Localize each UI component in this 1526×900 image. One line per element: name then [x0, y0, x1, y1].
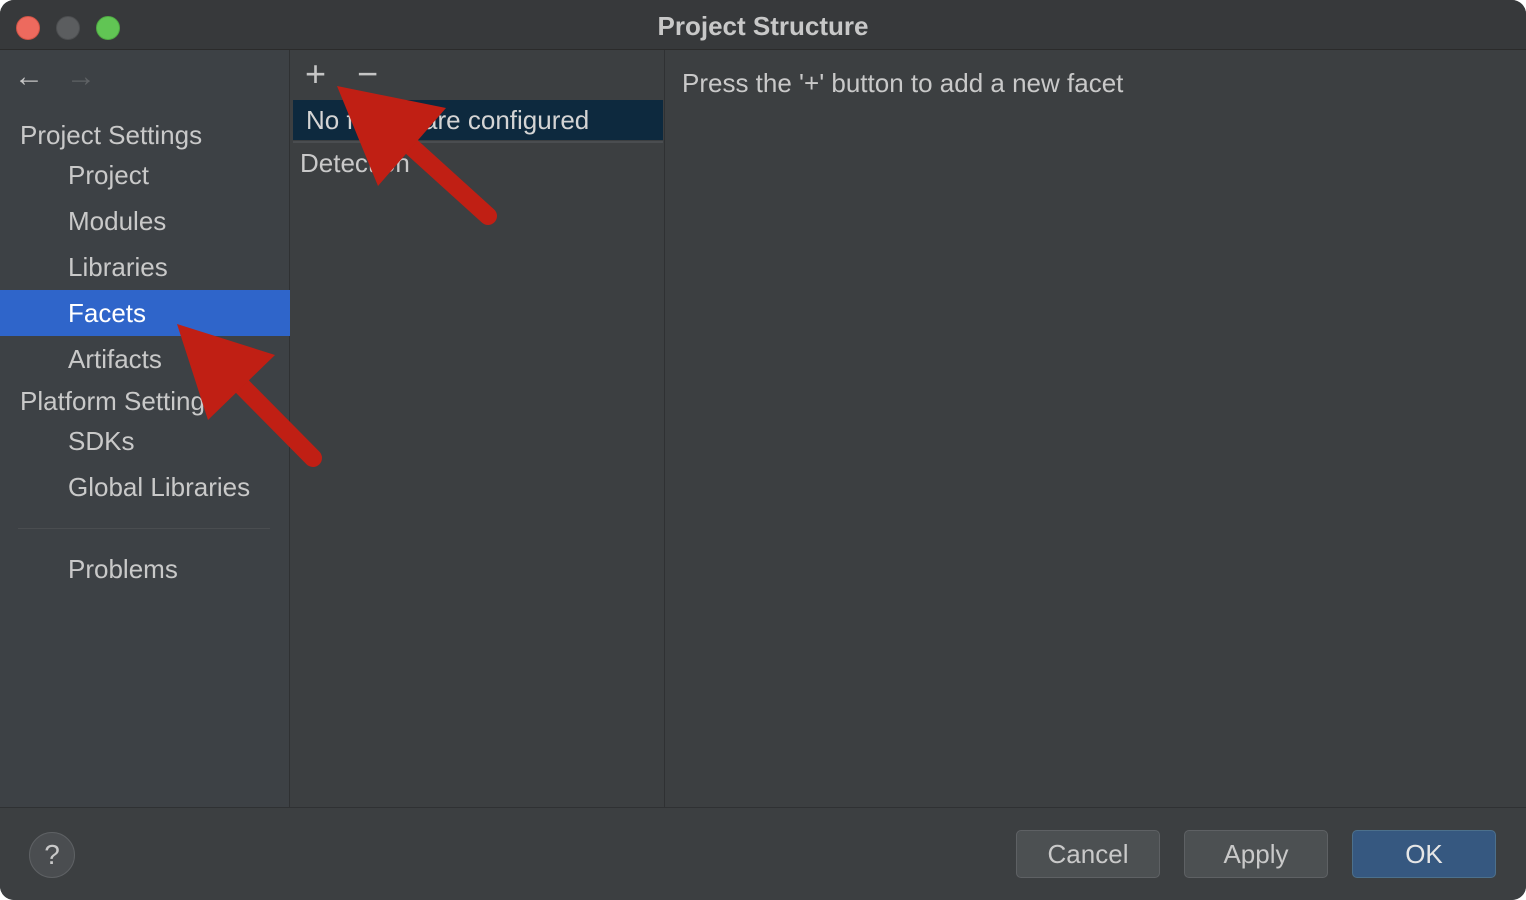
sidebar-item-artifacts[interactable]: Artifacts [0, 336, 290, 382]
settings-sidebar: ← → Project Settings Project Modules Lib… [0, 50, 290, 807]
sidebar-divider [18, 528, 270, 529]
remove-facet-icon[interactable]: − [357, 56, 378, 92]
facets-empty-row[interactable]: No facets are configured [293, 100, 663, 140]
back-arrow-icon[interactable]: ← [14, 62, 44, 92]
sidebar-item-libraries[interactable]: Libraries [0, 244, 290, 290]
project-structure-window: Project Structure ← → Project Settings P… [0, 0, 1526, 900]
add-facet-hint: Press the '+' button to add a new facet [682, 68, 1124, 98]
cancel-button[interactable]: Cancel [1016, 830, 1160, 878]
facets-list-panel: + − No facets are configured Detection [291, 50, 665, 807]
forward-arrow-icon[interactable]: → [66, 62, 96, 92]
add-facet-icon[interactable]: + [305, 56, 326, 92]
apply-button[interactable]: Apply [1184, 830, 1328, 878]
dialog-button-bar: ? Cancel Apply OK [0, 807, 1526, 900]
list-divider [293, 141, 663, 143]
sidebar-item-facets[interactable]: Facets [0, 290, 290, 336]
detection-item[interactable]: Detection [300, 148, 410, 178]
help-button[interactable]: ? [29, 832, 75, 878]
sidebar-item-project[interactable]: Project [0, 152, 290, 198]
sidebar-item-problems[interactable]: Problems [0, 546, 290, 592]
platform-settings-header: Platform Settings [20, 386, 218, 416]
sidebar-item-global-libraries[interactable]: Global Libraries [0, 464, 290, 510]
project-settings-header: Project Settings [20, 120, 203, 150]
sidebar-item-modules[interactable]: Modules [0, 198, 290, 244]
ok-button[interactable]: OK [1352, 830, 1496, 878]
sidebar-item-sdks[interactable]: SDKs [0, 418, 290, 464]
title-bar: Project Structure [0, 0, 1526, 50]
window-title: Project Structure [657, 11, 869, 41]
facet-details-panel: Press the '+' button to add a new facet [666, 50, 1526, 807]
